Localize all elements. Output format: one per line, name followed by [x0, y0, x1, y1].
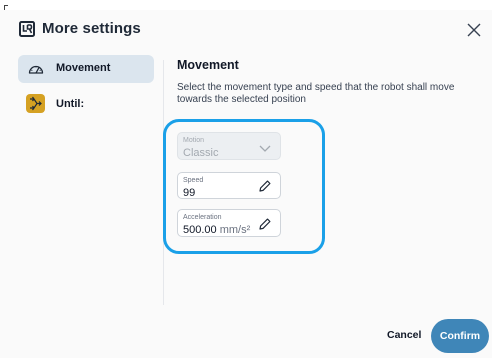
dialog-title: More settings: [42, 20, 141, 37]
acceleration-field[interactable]: Acceleration 500.00 mm/s²: [177, 209, 281, 237]
speed-label: Speed: [183, 177, 204, 184]
motion-label: Motion: [183, 137, 205, 144]
gauge-icon: [28, 65, 44, 74]
movement-panel: Movement Select the movement type and sp…: [177, 58, 482, 106]
speed-value: 99: [183, 187, 196, 199]
top-strip: [0, 0, 492, 10]
motion-value: Classic: [183, 147, 219, 159]
sidebar-item-label: Until:: [56, 98, 85, 110]
acceleration-number: 500.00: [183, 224, 217, 236]
sidebar-item-movement[interactable]: Movement: [18, 55, 154, 83]
acceleration-label: Acceleration: [183, 214, 222, 221]
close-icon[interactable]: [466, 22, 482, 38]
pencil-icon[interactable]: [258, 217, 272, 231]
confirm-button[interactable]: Confirm: [431, 319, 489, 353]
sidebar-item-until[interactable]: Until:: [18, 91, 154, 119]
cancel-button[interactable]: Cancel: [387, 329, 421, 341]
chevron-down-icon: [259, 145, 271, 152]
panel-title: Movement: [177, 58, 239, 72]
panel-description: Select the movement type and speed that …: [177, 82, 455, 105]
speed-field[interactable]: Speed 99: [177, 172, 281, 199]
acceleration-value: 500.00 mm/s²: [183, 224, 250, 236]
acceleration-unit: mm/s²: [219, 224, 251, 236]
pencil-icon[interactable]: [258, 179, 272, 193]
settings-sidebar: Movement Until:: [18, 55, 154, 127]
sidebar-item-label: Movement: [56, 62, 111, 74]
more-settings-dialog: More settings Movement Until: Movement S…: [0, 0, 492, 358]
ur-logo-icon: [19, 21, 35, 37]
branch-arrows-icon: [26, 94, 45, 113]
dialog-header: More settings: [0, 10, 492, 48]
motion-select[interactable]: Motion Classic: [177, 132, 281, 160]
